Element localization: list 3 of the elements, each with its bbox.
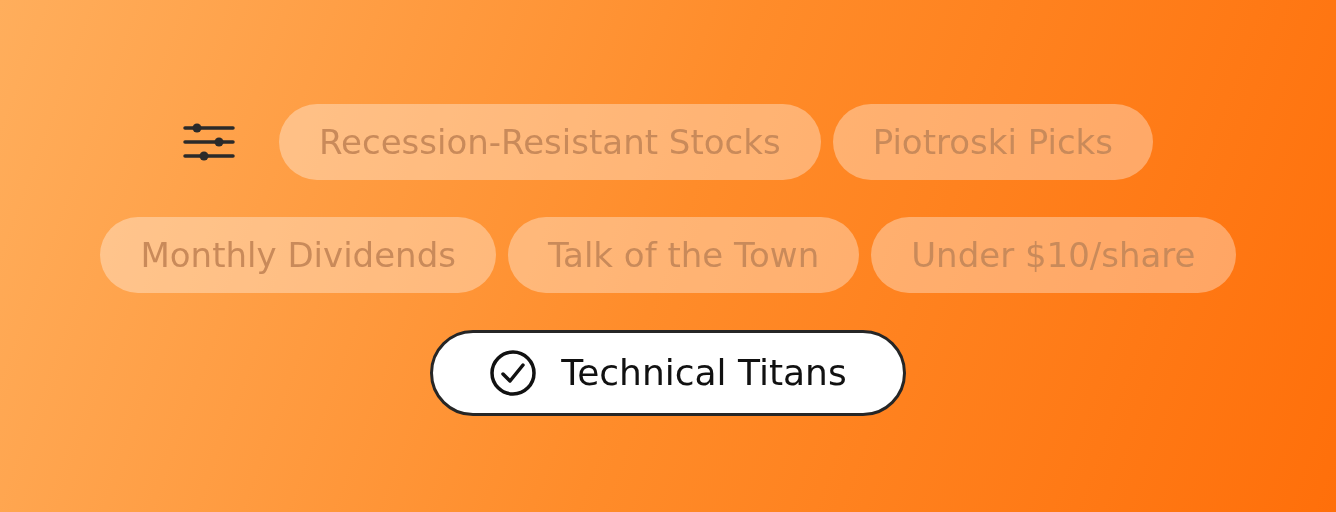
filter-icon[interactable] xyxy=(183,122,235,162)
filter-chip[interactable]: Technical Titans xyxy=(430,330,906,416)
check-circle-icon xyxy=(489,349,538,397)
